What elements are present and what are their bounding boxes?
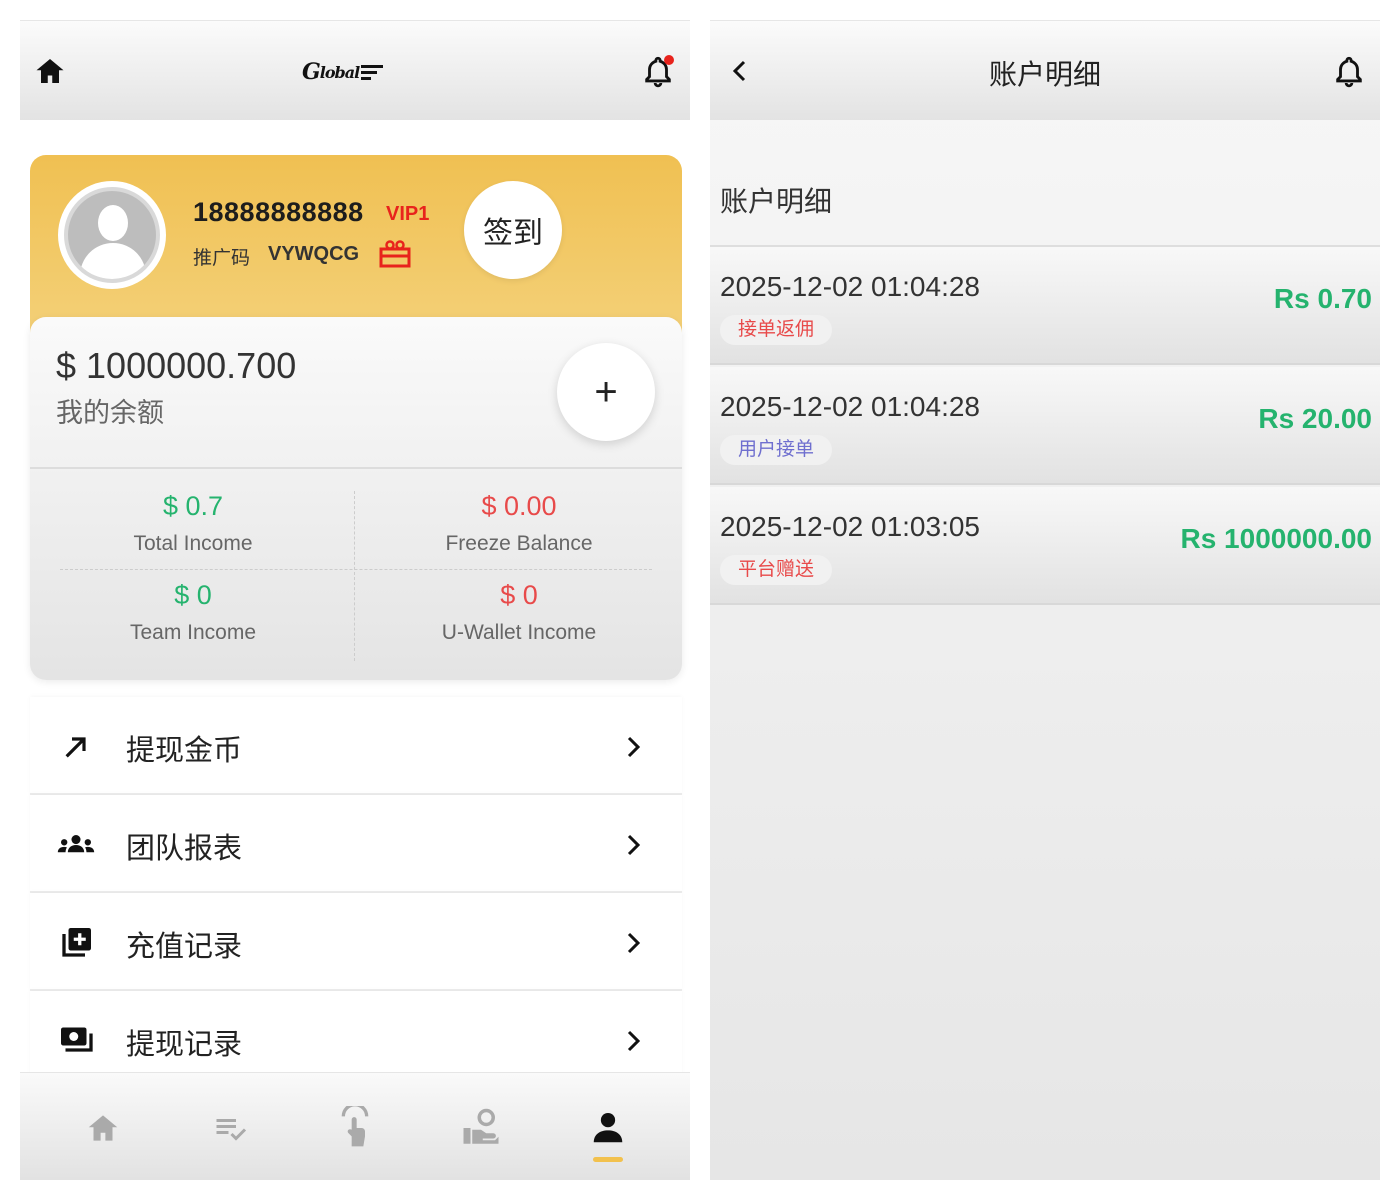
menu-item-label: 充值记录 xyxy=(126,931,243,963)
stats-divider-horizontal xyxy=(60,569,652,570)
stat-u-wallet-income: $ 0 U-Wallet Income xyxy=(356,580,682,645)
tab-hand-coin-icon[interactable] xyxy=(456,1103,506,1153)
referral-code: VYWQCG xyxy=(268,243,360,265)
balance-card: $ 1000000.700 我的余额 + $ 0.7 Total Income … xyxy=(30,317,682,680)
transaction-amount: Rs 20.00 xyxy=(1258,403,1372,434)
menu-item-withdraw[interactable]: 提现金币 xyxy=(30,697,682,795)
stat-label: Total Income xyxy=(133,532,253,555)
transaction-row[interactable]: 2025-12-02 01:03:05 平台赠送 Rs 1000000.00 xyxy=(710,487,1380,605)
stat-value: $ 0.7 xyxy=(162,491,224,521)
account-details-screen: 账户明细 账户明细 2025-12-02 01:04:28 接单返佣 Rs 0.… xyxy=(710,20,1380,1180)
stat-freeze-balance: $ 0.00 Freeze Balance xyxy=(356,491,682,556)
profile-screen: Global 18888888888 VIP1 推广码 VYWQCG 签到 $ … xyxy=(20,20,690,1180)
global-logo: Global xyxy=(302,55,412,89)
stat-total-income: $ 0.7 Total Income xyxy=(30,491,356,556)
gift-icon[interactable] xyxy=(378,239,412,269)
transaction-amount: Rs 0.70 xyxy=(1273,283,1372,314)
stat-team-income: $ 0 Team Income xyxy=(30,580,356,645)
stat-value: $ 0 xyxy=(500,580,538,610)
add-box-icon xyxy=(56,925,96,961)
tab-tasks-icon[interactable] xyxy=(205,1103,255,1153)
stat-label: U-Wallet Income xyxy=(441,621,597,644)
page-title: 账户明细 xyxy=(988,59,1101,90)
chevron-right-icon xyxy=(622,927,646,959)
arrow-up-right-icon xyxy=(56,729,96,765)
transaction-amount: Rs 1000000.00 xyxy=(1180,523,1372,554)
stat-value: $ 0.00 xyxy=(481,491,557,521)
menu-item-label: 提现记录 xyxy=(126,1029,243,1061)
menu-list: 提现金币 团队报表 充值记录 提现记录 xyxy=(30,697,682,1089)
user-phone: 18888888888 xyxy=(193,197,364,227)
top-bar: Global xyxy=(20,20,690,120)
menu-item-team-report[interactable]: 团队报表 xyxy=(30,795,682,893)
chevron-right-icon xyxy=(622,1025,646,1057)
chevron-right-icon xyxy=(622,829,646,861)
transaction-time: 2025-12-02 01:03:05 xyxy=(720,511,980,542)
notification-bell-icon[interactable] xyxy=(636,49,680,93)
stat-label: Team Income xyxy=(129,621,257,644)
menu-item-recharge-records[interactable]: 充值记录 xyxy=(30,893,682,991)
avatar[interactable] xyxy=(58,181,166,289)
money-icon xyxy=(56,1023,96,1059)
tab-tap-icon[interactable] xyxy=(330,1103,380,1153)
balance-label: 我的余额 xyxy=(56,398,164,428)
stat-label: Freeze Balance xyxy=(445,532,593,555)
menu-item-label: 提现金币 xyxy=(126,735,243,767)
transaction-tag: 接单返佣 xyxy=(720,315,833,345)
sign-in-button[interactable]: 签到 xyxy=(464,181,562,279)
menu-item-label: 团队报表 xyxy=(126,833,243,865)
home-icon[interactable] xyxy=(28,49,72,93)
transaction-tag: 用户接单 xyxy=(720,435,833,465)
add-funds-button[interactable]: + xyxy=(557,343,655,441)
stat-value: $ 0 xyxy=(174,580,212,610)
transaction-time: 2025-12-02 01:04:28 xyxy=(720,271,980,302)
section-title: 账户明细 xyxy=(720,186,833,217)
active-tab-indicator xyxy=(593,1157,623,1162)
bottom-tab-bar xyxy=(20,1072,690,1180)
referral-label: 推广码 xyxy=(193,248,251,269)
transaction-tag: 平台赠送 xyxy=(720,555,833,585)
transaction-row[interactable]: 2025-12-02 01:04:28 用户接单 Rs 20.00 xyxy=(710,367,1380,485)
tab-person-icon[interactable] xyxy=(583,1103,633,1153)
chevron-right-icon xyxy=(622,731,646,763)
vip-badge: VIP1 xyxy=(386,203,430,225)
team-icon xyxy=(56,827,96,863)
transaction-time: 2025-12-02 01:04:28 xyxy=(720,391,980,422)
tab-home-icon[interactable] xyxy=(78,1103,128,1153)
notification-bell-icon[interactable] xyxy=(1327,49,1371,93)
transaction-row[interactable]: 2025-12-02 01:04:28 接单返佣 Rs 0.70 xyxy=(710,247,1380,365)
top-bar: 账户明细 xyxy=(710,20,1380,120)
notification-dot xyxy=(664,55,674,65)
balance-amount: $ 1000000.700 xyxy=(56,345,297,386)
divider xyxy=(30,467,682,469)
